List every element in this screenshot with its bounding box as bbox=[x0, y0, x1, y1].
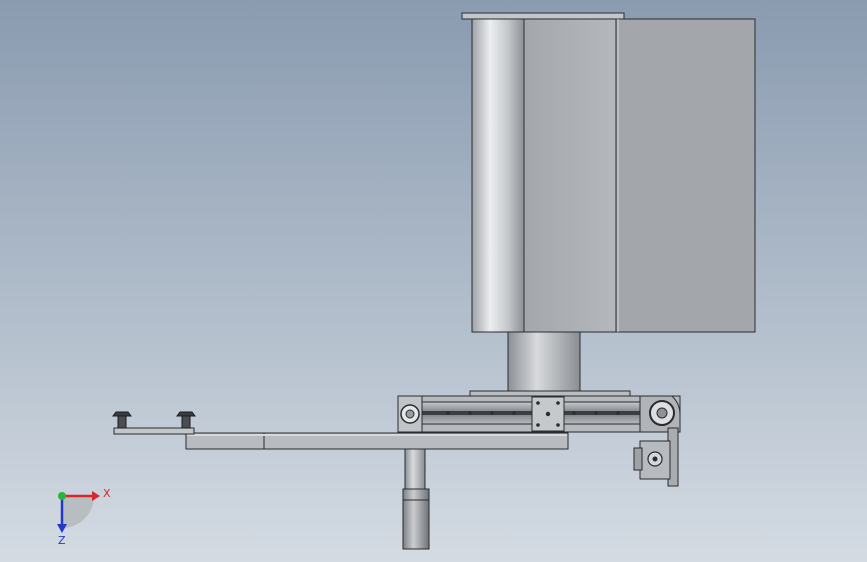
right-pulley-hub bbox=[656, 407, 668, 419]
top-flange-plate bbox=[461, 12, 625, 20]
y-axis-dot bbox=[58, 492, 66, 500]
main-vertical-cylinder bbox=[471, 18, 525, 333]
x-axis-label: X bbox=[103, 487, 111, 500]
central-column bbox=[507, 331, 581, 395]
suction-cup-left bbox=[112, 411, 132, 429]
z-axis-arrow bbox=[57, 524, 67, 533]
lower-motor-body bbox=[402, 488, 430, 550]
rear-housing-box bbox=[615, 18, 756, 333]
gripper-plate bbox=[113, 427, 195, 435]
triad-shadow bbox=[62, 496, 94, 528]
motor-shaft-center bbox=[652, 456, 658, 462]
left-pulley-hub bbox=[405, 409, 415, 419]
lower-vertical-rod bbox=[404, 448, 426, 490]
carriage-center-hole bbox=[545, 411, 551, 417]
suction-cup-right bbox=[176, 411, 196, 429]
motor-mount-flange bbox=[633, 447, 643, 471]
cad-viewport[interactable]: X Z bbox=[0, 0, 867, 562]
arm-top-highlight bbox=[187, 434, 567, 436]
front-housing-box bbox=[523, 18, 617, 333]
coordinate-triad: X Z bbox=[57, 487, 111, 547]
cad-assembly-drawing: X Z bbox=[57, 12, 756, 550]
z-axis-label: Z bbox=[58, 534, 66, 547]
x-axis-arrow bbox=[92, 491, 100, 501]
